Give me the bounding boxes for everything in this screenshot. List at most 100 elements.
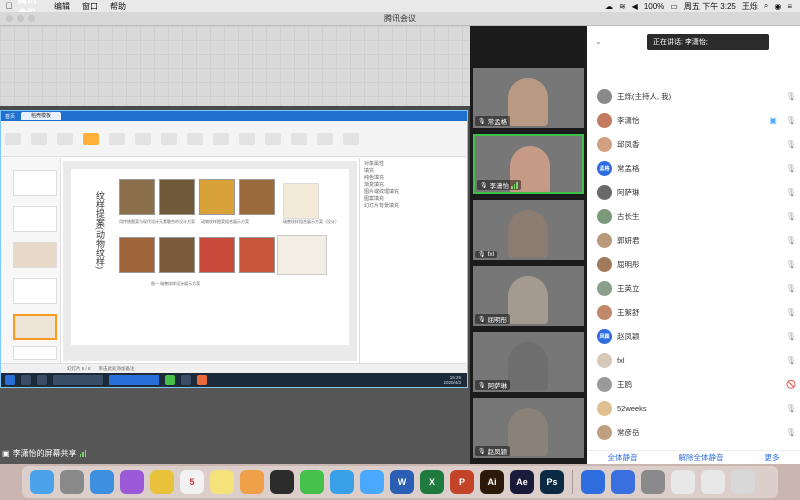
ribbon-button[interactable] <box>291 133 307 145</box>
video-tile[interactable]: 🎙 屈明彤 <box>473 266 584 326</box>
slide-thumbnail-selected[interactable] <box>13 314 57 340</box>
mic-icon[interactable]: 🎙 <box>782 188 800 197</box>
dock-app-siri-icon[interactable] <box>120 470 144 494</box>
slide-image[interactable] <box>277 235 327 275</box>
video-tile[interactable]: 🎙 fxl <box>473 200 584 260</box>
member-row[interactable]: 王烁(主持人, 我) 🎙 <box>587 84 800 108</box>
mic-icon[interactable]: 🎙 <box>782 212 800 221</box>
dock-app-preview-icon[interactable] <box>641 470 665 494</box>
dock-app-excel-icon[interactable]: X <box>420 470 444 494</box>
dock-app-photos-icon[interactable] <box>240 470 264 494</box>
slide-image[interactable] <box>199 179 235 215</box>
panel-option[interactable]: 图案填充 <box>364 196 463 203</box>
taskbar-app-icon[interactable] <box>165 375 175 385</box>
mic-icon[interactable]: 🎙 <box>782 332 800 341</box>
member-row[interactable]: 王鸥 🚫 <box>587 372 800 396</box>
video-tile[interactable]: 🎙 常孟格 <box>473 68 584 128</box>
mic-icon[interactable]: 🎙 <box>782 308 800 317</box>
member-row[interactable]: 屈明彤 🎙 <box>587 252 800 276</box>
notification-icon[interactable]: ≡ <box>787 2 792 11</box>
battery-icon[interactable]: ▭ <box>670 2 678 11</box>
ribbon-button[interactable] <box>5 133 21 145</box>
member-row[interactable]: 孟格 常孟格 🎙 <box>587 156 800 180</box>
slide-image[interactable] <box>283 183 319 219</box>
member-row[interactable]: 邱凤香 🎙 <box>587 132 800 156</box>
dock-app-qq-icon[interactable] <box>270 470 294 494</box>
dock-app-clouds-icon[interactable] <box>330 470 354 494</box>
slide-image[interactable] <box>199 237 235 273</box>
windows-start-icon[interactable] <box>5 375 15 385</box>
wifi-icon[interactable]: ≋ <box>619 2 626 11</box>
dock-app-wps-icon[interactable] <box>611 470 635 494</box>
taskbar-app-icon[interactable] <box>181 375 191 385</box>
taskbar-window[interactable] <box>53 375 103 385</box>
slide-image[interactable] <box>159 237 195 273</box>
panel-option[interactable]: 渐变填充 <box>364 182 463 189</box>
dock-app-chrome-icon[interactable] <box>150 470 174 494</box>
dock-app-notes-icon[interactable] <box>210 470 234 494</box>
ribbon-button[interactable] <box>109 133 125 145</box>
dock-app-trash-icon[interactable] <box>731 470 755 494</box>
taskbar-search-icon[interactable] <box>21 375 31 385</box>
control-center-icon[interactable]: ◉ <box>774 2 781 11</box>
notes-placeholder[interactable]: 单击此处添加备注 <box>99 366 135 372</box>
panel-option[interactable]: 图片或纹理填充 <box>364 189 463 196</box>
menu-help[interactable]: 帮助 <box>110 1 126 12</box>
dock-app-launchpad-icon[interactable] <box>60 470 84 494</box>
search-icon[interactable]: ⌕ <box>764 1 768 11</box>
dock-app-illustrator-icon[interactable]: Ai <box>480 470 504 494</box>
member-row[interactable]: 阿萨琳 🎙 <box>587 180 800 204</box>
slide-thumbnail[interactable] <box>13 206 57 232</box>
video-tile[interactable]: 🎙 阿萨琳 <box>473 332 584 392</box>
ribbon-button[interactable] <box>31 133 47 145</box>
slide-image[interactable] <box>119 179 155 215</box>
slide-thumbnail[interactable] <box>13 346 57 360</box>
dock-app-word-icon[interactable]: W <box>390 470 414 494</box>
member-row[interactable]: 凤颖 赵凤颖 🎙 <box>587 324 800 348</box>
slide-image[interactable] <box>119 237 155 273</box>
slide-thumbnail[interactable] <box>13 170 57 196</box>
dock-app-powerpoint-icon[interactable]: P <box>450 470 474 494</box>
member-row[interactable]: 王絮舒 🎙 <box>587 300 800 324</box>
ribbon-button[interactable] <box>57 133 73 145</box>
dock-app-document2-icon[interactable] <box>701 470 725 494</box>
battery-percent[interactable]: 100% <box>644 2 664 11</box>
dock-app-wechat-icon[interactable] <box>300 470 324 494</box>
taskbar-app-icon[interactable] <box>197 375 207 385</box>
ribbon-button[interactable] <box>343 133 359 145</box>
cloud-icon[interactable]: ☁ <box>605 2 613 11</box>
dock-app-after-effects-icon[interactable]: Ae <box>510 470 534 494</box>
taskbar-app-icon[interactable] <box>37 375 47 385</box>
member-row[interactable]: 郭妍君 🎙 <box>587 228 800 252</box>
mic-icon[interactable]: 🎙 <box>782 284 800 293</box>
wps-tab-template[interactable]: 稻壳模板 <box>21 112 62 120</box>
slide[interactable]: 纹样提案(动物纹样) 用传统图案与现代设计元素融合的设计方案 动物纹样图案组合展… <box>71 169 349 345</box>
slide-image[interactable] <box>239 179 275 215</box>
mic-icon[interactable]: 🎙 <box>782 260 800 269</box>
taskbar-clock[interactable]: 15:25 2020/4/3 <box>443 375 467 385</box>
dock-app-photoshop-icon[interactable]: Ps <box>540 470 564 494</box>
panel-option[interactable]: 纯色填充 <box>364 175 463 182</box>
mute-all-button[interactable]: 全体静音 <box>608 452 638 463</box>
ribbon-button-active[interactable] <box>83 133 99 145</box>
member-row[interactable]: 52weeks 🎙 <box>587 396 800 420</box>
member-row[interactable]: 王英立 🎙 <box>587 276 800 300</box>
ribbon-button[interactable] <box>265 133 281 145</box>
slide-image[interactable] <box>239 237 275 273</box>
apple-icon[interactable]:  <box>0 1 18 11</box>
mic-icon[interactable]: 🎙 <box>782 164 800 173</box>
chevron-down-icon[interactable]: ⌄ <box>595 37 602 46</box>
slide-thumbnail[interactable] <box>13 242 57 268</box>
member-row[interactable]: fxl 🎙 <box>587 348 800 372</box>
menu-window[interactable]: 窗口 <box>82 1 98 12</box>
taskbar-window-active[interactable] <box>109 375 159 385</box>
ribbon-button[interactable] <box>187 133 203 145</box>
ribbon-button[interactable] <box>135 133 151 145</box>
member-row[interactable]: 古长生 🎙 <box>587 204 800 228</box>
ribbon-button[interactable] <box>213 133 229 145</box>
wps-tab-home[interactable]: 首页 <box>5 113 15 120</box>
mic-icon[interactable]: 🚫 <box>782 380 800 389</box>
ribbon-button[interactable] <box>317 133 333 145</box>
mic-icon[interactable]: 🎙 <box>782 92 800 101</box>
slide-image[interactable] <box>159 179 195 215</box>
